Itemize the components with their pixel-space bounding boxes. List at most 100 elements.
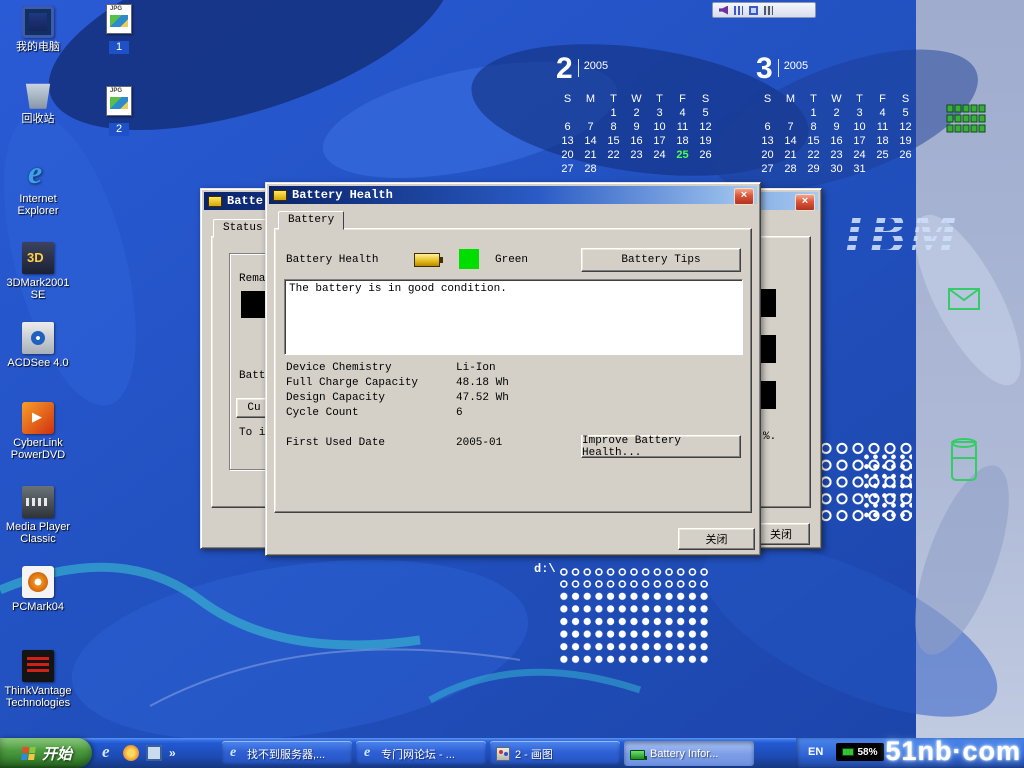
battery-tips-button[interactable]: Battery Tips bbox=[581, 248, 741, 272]
volume-icon[interactable] bbox=[734, 6, 743, 15]
calendar-date bbox=[779, 106, 802, 120]
health-status-text: Green bbox=[495, 254, 528, 266]
task-label: 找不到服务器,... bbox=[247, 746, 325, 762]
acdsee-icon bbox=[22, 322, 54, 354]
desktop-icon-mpc[interactable]: Media Player Classic bbox=[2, 486, 74, 545]
close-icon[interactable]: × bbox=[734, 188, 754, 205]
titlebar[interactable]: Battery Health bbox=[269, 186, 757, 204]
desktop-file-1[interactable]: 1 bbox=[101, 4, 137, 55]
calendar-day-header: F bbox=[871, 92, 894, 106]
start-button[interactable]: 开始 bbox=[0, 738, 92, 768]
language-indicator[interactable]: EN bbox=[808, 746, 823, 758]
battery-indicator[interactable]: 58% bbox=[836, 743, 884, 761]
calendar-date: 11 bbox=[871, 120, 894, 134]
calendar-date: 22 bbox=[602, 148, 625, 162]
calendar-date: 28 bbox=[779, 162, 802, 176]
thinkvantage-icon bbox=[22, 650, 54, 682]
taskbar-task-paint[interactable]: 2 - 画图 bbox=[490, 741, 620, 766]
calendar-date: 24 bbox=[848, 148, 871, 162]
speaker-icon[interactable] bbox=[719, 6, 728, 15]
field-label: Cycle Count bbox=[286, 407, 359, 419]
dot-pattern bbox=[558, 590, 710, 666]
desktop-quicklaunch-icon[interactable] bbox=[146, 745, 162, 761]
calendar-date: 10 bbox=[648, 120, 671, 134]
calendar-divider bbox=[578, 59, 579, 77]
calendar-date bbox=[756, 106, 779, 120]
media-quicklaunch-icon[interactable] bbox=[123, 745, 139, 761]
desktop-icon-label: 回收站 bbox=[2, 113, 74, 125]
calendar-day-header: S bbox=[556, 92, 579, 106]
paint-icon bbox=[496, 747, 510, 761]
calendar-date bbox=[556, 106, 579, 120]
keyboard-icon[interactable] bbox=[764, 6, 773, 15]
improve-battery-health-button[interactable]: Improve Battery Health... bbox=[581, 435, 741, 458]
calendar-date: 2 bbox=[625, 106, 648, 120]
calendar-date: 12 bbox=[694, 120, 717, 134]
calendar-date: 7 bbox=[579, 120, 602, 134]
calendar-date: 6 bbox=[756, 120, 779, 134]
calendar-date: 15 bbox=[802, 134, 825, 148]
condition-textbox[interactable]: The battery is in good condition. bbox=[284, 279, 743, 355]
battery-icon bbox=[630, 750, 645, 760]
calendar-date: 17 bbox=[848, 134, 871, 148]
calendar-date bbox=[694, 162, 717, 176]
taskbar-task-ie[interactable]: 找不到服务器,... bbox=[222, 741, 352, 766]
calendar-date: 14 bbox=[779, 134, 802, 148]
percent-text: %. bbox=[763, 431, 776, 443]
desktop-icon-label: 3DMark2001 SE bbox=[2, 277, 74, 301]
calendar-day-header: M bbox=[579, 92, 602, 106]
calendar-date: 23 bbox=[825, 148, 848, 162]
close-button[interactable]: 关闭 bbox=[678, 528, 755, 550]
ie-icon bbox=[228, 747, 242, 761]
calendar-date: 17 bbox=[648, 134, 671, 148]
desktop-icon-my-computer[interactable]: 我的电脑 bbox=[2, 6, 74, 53]
desktop-icon-ie[interactable]: Internet Explorer bbox=[2, 158, 74, 217]
calendar-date: 25 bbox=[671, 148, 694, 162]
file-label: 2 bbox=[109, 123, 129, 136]
calendar-date: 6 bbox=[556, 120, 579, 134]
tab-status[interactable]: Status bbox=[213, 219, 273, 238]
desktop-file-2[interactable]: 2 bbox=[101, 86, 137, 137]
powerdvd-icon bbox=[22, 402, 54, 434]
close-icon[interactable]: × bbox=[795, 194, 815, 211]
calendar-day-header: T bbox=[802, 92, 825, 106]
calendar-date: 22 bbox=[802, 148, 825, 162]
field-label: Device Chemistry bbox=[286, 362, 392, 374]
battery-icon bbox=[414, 253, 440, 267]
condition-text: The battery is in good condition. bbox=[289, 283, 507, 295]
taskbar-task-ie[interactable]: 专门网论坛 - ... bbox=[356, 741, 486, 766]
desktop-icon-label: CyberLink PowerDVD bbox=[2, 437, 74, 461]
quicklaunch-overflow-chevron[interactable]: » bbox=[169, 746, 176, 760]
calendar-day-header: F bbox=[671, 92, 694, 106]
first-used-label: First Used Date bbox=[286, 437, 385, 449]
battery-gauge-segment bbox=[241, 291, 267, 318]
calendar-date: 28 bbox=[579, 162, 602, 176]
tab-battery[interactable]: Battery bbox=[278, 211, 344, 230]
ie-icon bbox=[362, 747, 376, 761]
desktop-icon-powerdvd[interactable]: CyberLink PowerDVD bbox=[2, 402, 74, 461]
calendar-date: 9 bbox=[625, 120, 648, 134]
desktop-icon-thinkvantage[interactable]: ThinkVantage Technologies bbox=[2, 650, 74, 709]
field-value: 47.52 Wh bbox=[456, 392, 509, 404]
desktop-icon-recycle-bin[interactable]: 回收站 bbox=[2, 78, 74, 125]
taskbar-task-battery[interactable]: Battery Infor... bbox=[624, 741, 754, 766]
battery-cylinder-icon bbox=[950, 436, 978, 482]
desktop-icon-3dmark[interactable]: 3DMark2001 SE bbox=[2, 242, 74, 301]
display-icon[interactable] bbox=[749, 6, 758, 15]
watermark: 51nb·com bbox=[885, 736, 1021, 767]
calendar-grid: SMTWTFS123456789101112131415161718192021… bbox=[756, 92, 920, 176]
ie-quicklaunch-icon[interactable] bbox=[100, 745, 116, 761]
calendar-date: 9 bbox=[825, 120, 848, 134]
calendar-date: 27 bbox=[556, 162, 579, 176]
task-label: Battery Infor... bbox=[650, 748, 718, 760]
calendar-divider bbox=[778, 59, 779, 77]
desktop-icon-pcmark[interactable]: PCMark04 bbox=[2, 566, 74, 613]
desktop-icon-acdsee[interactable]: ACDSee 4.0 bbox=[2, 322, 74, 369]
calendar-date: 16 bbox=[625, 134, 648, 148]
calendar-date bbox=[894, 162, 917, 176]
taskbar: 开始 » 找不到服务器,... 专门网论坛 - ...2 - 画图 Battery … bbox=[0, 738, 1024, 768]
window-title: Batte bbox=[227, 192, 263, 210]
calendar-date: 21 bbox=[779, 148, 802, 162]
calendar-date: 19 bbox=[894, 134, 917, 148]
calendar-date: 1 bbox=[602, 106, 625, 120]
